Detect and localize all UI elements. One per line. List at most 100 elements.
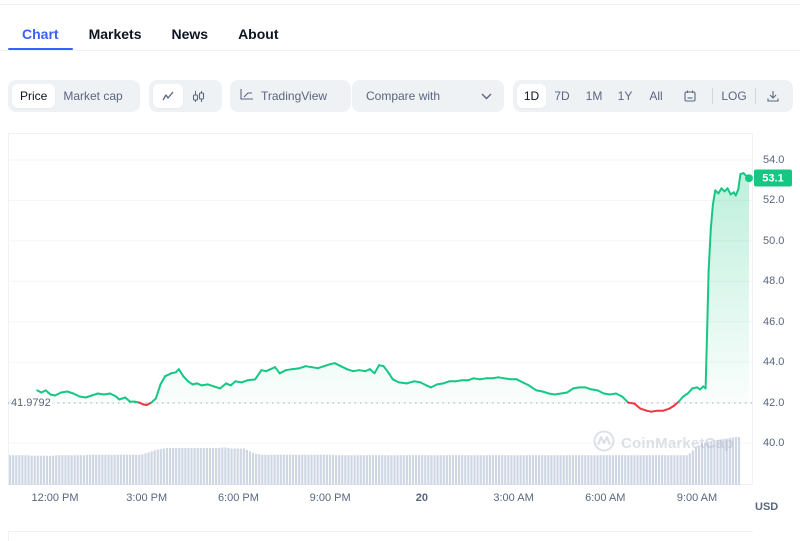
volume-bar <box>341 455 344 485</box>
volume-bar <box>52 455 55 485</box>
volume-bar <box>445 455 448 485</box>
volume-bar <box>88 454 92 485</box>
volume-bar <box>150 451 153 485</box>
volume-bar <box>282 454 285 485</box>
volume-bar <box>199 448 202 485</box>
volume-bar <box>9 455 12 485</box>
price-area <box>37 173 750 403</box>
volume-bar <box>276 454 279 485</box>
volume-bar <box>516 455 519 485</box>
volume-bar <box>55 455 58 485</box>
volume-bar <box>233 448 236 485</box>
volume-bar <box>421 455 424 485</box>
y-tick-label: 44.0 <box>763 356 785 369</box>
volume-bar <box>448 455 451 485</box>
volume-bar <box>408 455 412 485</box>
price-line-segment <box>290 367 301 371</box>
volume-bar <box>378 455 381 485</box>
volume-bar <box>424 455 427 485</box>
volume-bar <box>479 455 482 485</box>
volume-bar <box>291 454 295 485</box>
volume-bar <box>587 455 590 485</box>
volume-bar <box>76 455 79 485</box>
volume-bar <box>737 437 741 485</box>
volume-bar <box>528 455 531 485</box>
volume-bar <box>531 455 535 485</box>
volume-bar <box>322 454 325 485</box>
volume-bar <box>617 455 621 485</box>
y-tick-label: 48.0 <box>763 275 785 288</box>
price-chart <box>8 159 753 485</box>
volume-bar <box>461 455 464 485</box>
volume-bar <box>657 455 661 485</box>
coinmarketcap-logo-icon <box>593 430 615 457</box>
volume-bar <box>125 454 129 485</box>
volume-bar <box>667 455 670 485</box>
volume-bar <box>144 453 147 485</box>
volume-bar <box>255 453 258 485</box>
baseline-label: 41.9792 <box>11 396 53 409</box>
volume-bar <box>224 447 227 485</box>
volume-bar <box>442 455 445 485</box>
volume-bar <box>208 448 212 485</box>
volume-bar <box>138 454 141 485</box>
volume-bar <box>550 455 553 485</box>
x-tick-label: 20 <box>415 492 428 504</box>
volume-bar <box>230 448 233 485</box>
volume-bar <box>73 455 76 485</box>
volume-bar <box>624 455 627 485</box>
volume-bar <box>498 455 501 485</box>
volume-bar <box>430 455 433 485</box>
volume-bar <box>605 455 608 485</box>
volume-bar <box>568 455 571 485</box>
volume-bar <box>525 455 528 485</box>
volume-bar <box>107 454 110 485</box>
volume-bar <box>636 455 639 485</box>
volume-bar <box>596 455 599 485</box>
volume-bar <box>168 448 172 485</box>
volume-bar <box>153 450 156 485</box>
volume-bar <box>178 448 181 485</box>
volume-bar <box>467 455 470 485</box>
volume-bar <box>538 455 541 485</box>
volume-bar <box>313 454 316 485</box>
volume-bar <box>418 455 421 485</box>
volume-bar <box>590 455 593 485</box>
volume-bar <box>368 455 372 485</box>
price-line-segment <box>633 402 642 410</box>
volume-bar <box>122 454 125 485</box>
watermark: CoinMarketCap <box>593 430 734 457</box>
volume-bar <box>482 455 485 485</box>
volume-bar <box>298 454 301 485</box>
volume-bar <box>476 455 479 485</box>
volume-bar <box>356 455 359 485</box>
volume-bar <box>571 455 575 485</box>
volume-bar <box>331 454 335 485</box>
volume-bar <box>670 455 673 485</box>
volume-bar <box>39 455 42 485</box>
volume-bar <box>184 448 187 485</box>
volume-bar <box>301 454 304 485</box>
volume-bar <box>98 454 101 485</box>
volume-bar <box>519 455 522 485</box>
volume-bar <box>602 455 605 485</box>
volume-bar <box>258 454 261 485</box>
volume-bar <box>21 455 24 485</box>
volume-bar <box>12 455 15 485</box>
volume-bar <box>239 448 242 485</box>
volume-bar <box>285 454 288 485</box>
volume-bar <box>61 455 64 485</box>
volume-bar <box>559 455 562 485</box>
volume-bar <box>187 448 190 485</box>
volume-bar <box>110 454 113 485</box>
volume-bar <box>608 455 611 485</box>
volume-bar <box>261 454 264 485</box>
volume-bar <box>679 455 682 485</box>
volume-bar <box>547 455 550 485</box>
volume-bar <box>494 455 498 485</box>
volume-bar <box>135 454 138 485</box>
volume-bar <box>295 454 298 485</box>
volume-bar <box>541 455 544 485</box>
volume-bar <box>611 455 614 485</box>
volume-bar <box>544 455 547 485</box>
